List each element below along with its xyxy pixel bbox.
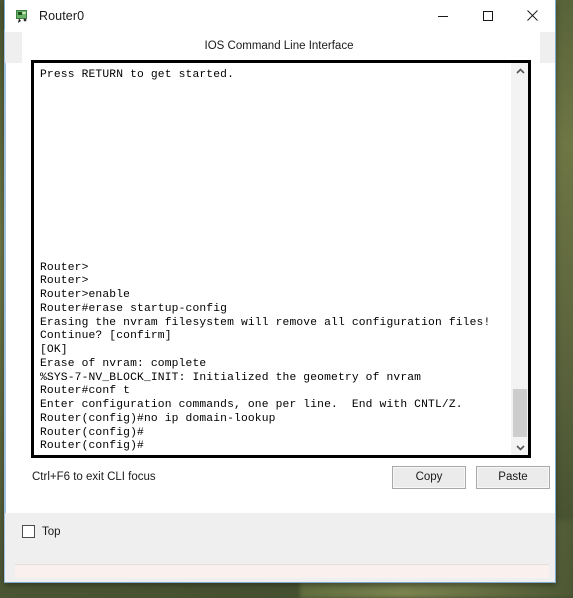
terminal-line: Router>enable — [40, 289, 131, 301]
terminal-line: Router> — [40, 261, 89, 274]
terminal-line: Erasing the nvram filesystem will remove… — [40, 316, 491, 329]
router-cli-window: Router0 Physical — [4, 0, 556, 583]
terminal-scrollbar[interactable] — [511, 63, 528, 455]
top-checkbox-row[interactable]: Top — [22, 525, 61, 538]
cli-focus-hint: Ctrl+F6 to exit CLI focus — [32, 471, 156, 483]
cli-actions-row: Ctrl+F6 to exit CLI focus Copy Paste — [22, 466, 550, 514]
close-icon[interactable] — [510, 0, 555, 31]
terminal-line: Erase of nvram: complete — [40, 357, 207, 370]
terminal-lines: Press RETURN to get started. Router> Rout… — [40, 69, 511, 454]
terminal-line: %SYS-7-NV_BLOCK_INIT: Initialized the ge… — [40, 371, 422, 384]
window-titlebar[interactable]: Router0 — [5, 0, 555, 32]
footer-strip — [15, 564, 549, 578]
chevron-up-icon[interactable] — [512, 63, 528, 79]
top-checkbox[interactable] — [22, 525, 35, 538]
terminal-line: Router#erase startup-config — [40, 302, 228, 315]
terminal-line: Router> — [40, 275, 89, 288]
window-title: Router0 — [39, 8, 85, 23]
scrollbar-thumb[interactable] — [513, 389, 527, 437]
terminal-output[interactable]: Press RETURN to get started. Router> Rout… — [34, 63, 511, 455]
top-checkbox-label: Top — [42, 525, 61, 538]
chevron-down-icon[interactable] — [512, 439, 528, 455]
terminal-line: Press RETURN to get started. — [40, 69, 235, 81]
terminal-container: Press RETURN to get started. Router> Rout… — [31, 60, 531, 458]
terminal-line: Router(config)# — [40, 426, 144, 439]
terminal-line: Continue? [confirm] — [40, 330, 172, 343]
terminal-line: Router(config)#no ip domain-lookup — [40, 412, 276, 425]
cli-tab-panel: IOS Command Line Interface Press RETURN … — [22, 31, 550, 514]
router-device-icon — [14, 8, 30, 24]
terminal-line: [OK] — [40, 344, 68, 356]
window-footer: Top — [5, 513, 555, 582]
copy-button[interactable]: Copy — [392, 466, 466, 489]
window-controls — [420, 0, 555, 31]
terminal-line: Router#conf t — [40, 385, 131, 398]
terminal-line: Enter configuration commands, one per li… — [40, 399, 463, 411]
terminal-line: Router(config)# — [40, 440, 144, 453]
maximize-icon[interactable] — [465, 0, 510, 31]
cli-caption: IOS Command Line Interface — [204, 40, 354, 52]
paste-button[interactable]: Paste — [476, 466, 550, 489]
minimize-icon[interactable] — [420, 0, 465, 31]
